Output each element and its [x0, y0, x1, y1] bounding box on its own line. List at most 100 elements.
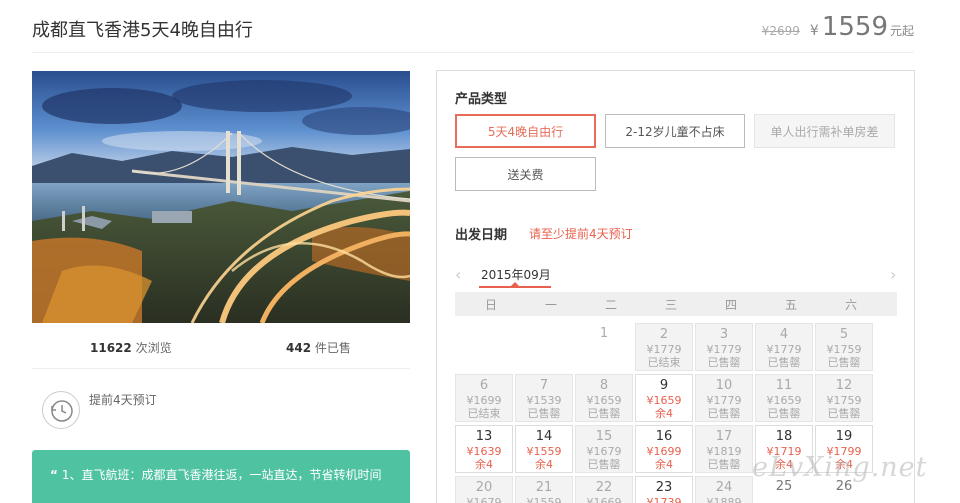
weekday-label: 六	[844, 298, 857, 312]
feature-text: 1、直飞航班：成都直飞香港往返，一站直达，节省转机时间	[61, 468, 382, 482]
views-label: 次浏览	[135, 341, 172, 355]
day-status: 已售罄	[827, 407, 861, 420]
day-number: 22	[595, 480, 613, 495]
day-status: 余4	[655, 458, 673, 471]
calendar-day: 5 ¥1759 已售罄	[815, 323, 873, 371]
day-price: ¥1659	[646, 394, 682, 407]
day-status: 已售罄	[707, 407, 741, 420]
day-status: 已结束	[647, 356, 681, 369]
month-underline	[479, 286, 551, 288]
day-number: 23	[655, 480, 673, 495]
watermark: eLvXing.net	[752, 452, 928, 483]
sold-stat: 442 件已售	[286, 339, 351, 356]
day-status: 余4	[535, 458, 553, 471]
day-number: 24	[715, 480, 733, 495]
quote-icon: “	[50, 468, 58, 482]
calendar-day: 6 ¥1699 已结束	[455, 374, 513, 422]
advance-note: 请至少提前4天预订	[529, 227, 633, 241]
day-number: 8	[599, 378, 609, 393]
advance-booking: 提前4天预订	[42, 391, 342, 431]
option-single-supplement[interactable]: 单人出行需补单房差	[754, 114, 895, 148]
next-month-arrow[interactable]: ›	[890, 265, 896, 284]
day-number: 21	[535, 480, 553, 495]
day-price: ¥1759	[826, 394, 862, 407]
day-price: ¥1679	[466, 496, 502, 503]
day-status: 已售罄	[587, 458, 621, 471]
day-status: 已售罄	[527, 407, 561, 420]
prev-month-arrow[interactable]: ‹	[455, 265, 461, 284]
price-box: ¥2699 ¥ 1559 元起	[762, 12, 914, 42]
day-price: ¥1759	[826, 343, 862, 356]
day-number: 4	[779, 327, 789, 342]
day-status: 已结束	[467, 407, 501, 420]
day-number: 9	[659, 378, 669, 393]
current-price: 1559	[821, 12, 888, 42]
day-number: 6	[479, 378, 489, 393]
calendar-day: 1	[575, 323, 633, 371]
day-number: 17	[715, 429, 733, 444]
title-bar: 成都直飞香港5天4晚自由行 ¥2699 ¥ 1559 元起	[32, 0, 914, 53]
day-price: ¥1779	[646, 343, 682, 356]
booking-panel: 产品类型 5天4晚自由行 2-12岁儿童不占床 单人出行需补单房差 送关费 出发…	[436, 70, 915, 503]
weekday-header: 日一二三四五六	[455, 292, 897, 316]
day-price: ¥1659	[586, 394, 622, 407]
calendar-day: 15 ¥1679 已售罄	[575, 425, 633, 473]
calendar-day: 2 ¥1779 已结束	[635, 323, 693, 371]
features-box: “1、直飞航班：成都直飞香港往返，一站直达，节省转机时间	[32, 450, 410, 503]
calendar-day[interactable]: 23 ¥1739	[635, 476, 693, 503]
day-number: 12	[835, 378, 853, 393]
day-status: 余4	[655, 407, 673, 420]
calendar-day: 21 ¥1559	[515, 476, 573, 503]
day-price: ¥1559	[526, 445, 562, 458]
day-number: 2	[659, 327, 669, 342]
calendar-day: 20 ¥1679	[455, 476, 513, 503]
option-customs-fee[interactable]: 送关费	[455, 157, 596, 191]
day-price: ¥1779	[766, 343, 802, 356]
departure-label: 出发日期	[455, 228, 508, 243]
day-status: 已售罄	[767, 407, 801, 420]
day-number: 14	[535, 429, 553, 444]
day-number: 3	[719, 327, 729, 342]
day-status: 已售罄	[707, 356, 741, 369]
day-number: 1	[599, 326, 609, 341]
calendar-day: 3 ¥1779 已售罄	[695, 323, 753, 371]
month-label: 2015年09月	[481, 268, 551, 282]
option-child-no-bed[interactable]: 2-12岁儿童不占床	[605, 114, 745, 148]
day-price: ¥1699	[466, 394, 502, 407]
day-price: ¥1669	[586, 496, 622, 503]
month-caret-icon	[511, 282, 519, 286]
day-price: ¥1819	[706, 445, 742, 458]
calendar-day[interactable]: 9 ¥1659 余4	[635, 374, 693, 422]
calendar-day[interactable]: 13 ¥1639 余4	[455, 425, 513, 473]
calendar-day: 4 ¥1779 已售罄	[755, 323, 813, 371]
clock-icon	[42, 391, 80, 429]
day-number: 10	[715, 378, 733, 393]
calendar-day[interactable]: 14 ¥1559 余4	[515, 425, 573, 473]
day-number: 15	[595, 429, 613, 444]
page-title: 成都直飞香港5天4晚自由行	[32, 20, 253, 41]
views-stat: 11622 次浏览	[90, 339, 172, 356]
day-status: 已售罄	[827, 356, 861, 369]
day-number: 20	[475, 480, 493, 495]
day-number: 11	[775, 378, 793, 393]
calendar-day: 8 ¥1659 已售罄	[575, 374, 633, 422]
day-number: 18	[775, 429, 793, 444]
day-price: ¥1779	[706, 394, 742, 407]
day-number: 19	[835, 429, 853, 444]
day-number: 7	[539, 378, 549, 393]
day-price: ¥1559	[526, 496, 562, 503]
day-number: 13	[475, 429, 493, 444]
day-price: ¥1679	[586, 445, 622, 458]
sold-label: 件已售	[314, 341, 351, 355]
day-price: ¥1659	[766, 394, 802, 407]
day-status: 已售罄	[587, 407, 621, 420]
currency-symbol: ¥	[809, 23, 819, 39]
option-5d4n[interactable]: 5天4晚自由行	[455, 114, 596, 148]
calendar-day: 22 ¥1669	[575, 476, 633, 503]
day-price: ¥1639	[466, 445, 502, 458]
stats-bar: 11622 次浏览 442 件已售	[32, 331, 410, 369]
hero-image	[32, 71, 410, 323]
sold-count: 442	[286, 341, 312, 355]
day-price: ¥1699	[646, 445, 682, 458]
calendar-day[interactable]: 16 ¥1699 余4	[635, 425, 693, 473]
